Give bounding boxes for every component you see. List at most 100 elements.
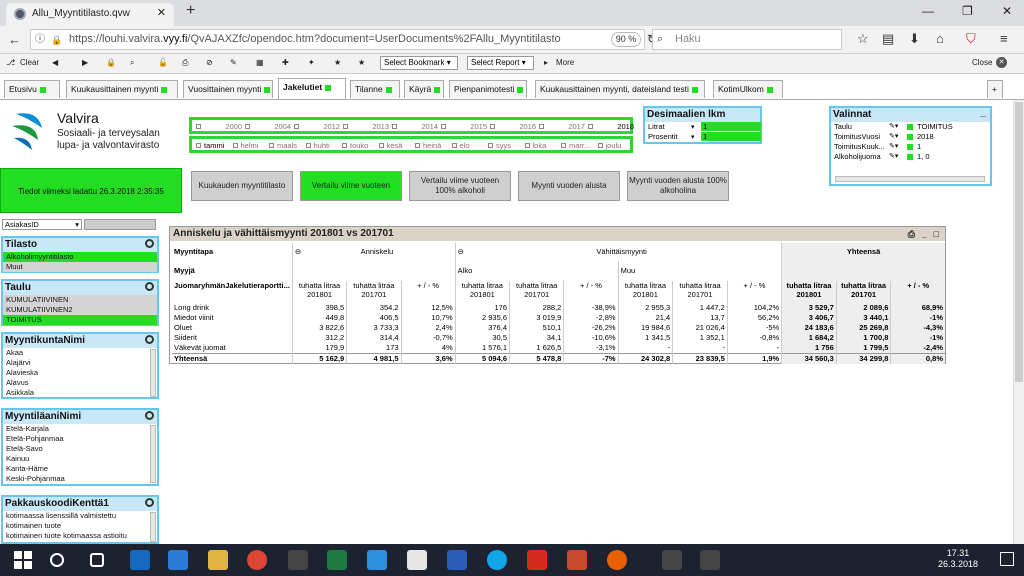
export-icon[interactable]: ⎙ bbox=[908, 227, 915, 241]
back-selection-icon[interactable]: ◀ bbox=[52, 57, 58, 69]
clear-selection-icon[interactable]: ✎▾ bbox=[889, 122, 898, 132]
add-icon[interactable]: ✚ bbox=[282, 57, 289, 69]
close-doc-icon[interactable]: ✕ bbox=[996, 57, 1007, 68]
powerpoint-icon[interactable] bbox=[567, 550, 587, 570]
page-scrollbar[interactable] bbox=[1013, 100, 1024, 544]
start-icon[interactable] bbox=[14, 551, 32, 569]
bookmark-select[interactable]: Select Bookmark ▾ bbox=[380, 56, 458, 70]
month-option[interactable]: helmi bbox=[232, 141, 258, 150]
row-label[interactable]: Yhteensä bbox=[172, 354, 292, 365]
row-label[interactable]: Väkevät juomat bbox=[172, 343, 292, 354]
list-item[interactable]: Kanta-Häme bbox=[3, 464, 157, 474]
edit-icon[interactable]: ✎ bbox=[230, 57, 237, 69]
notepad-icon[interactable] bbox=[407, 550, 427, 570]
restore-icon[interactable]: ❐ bbox=[962, 4, 973, 18]
notifications-icon[interactable] bbox=[1000, 552, 1014, 566]
taskbar-clock[interactable]: 17.31 26.3.2018 bbox=[938, 548, 978, 570]
pin-icon[interactable]: ✦ bbox=[308, 57, 315, 69]
selection-row[interactable]: ToimitusVuosi ✎▾ 2018 bbox=[831, 132, 990, 142]
explorer-icon[interactable] bbox=[208, 550, 228, 570]
info-icon[interactable]: ⓘ bbox=[35, 33, 45, 47]
search-icon[interactable] bbox=[145, 282, 154, 291]
list-item[interactable]: KUMULATIIVINEN2 bbox=[3, 305, 157, 315]
scrollbar-thumb[interactable] bbox=[1015, 102, 1023, 382]
lock-selection-icon[interactable]: 🔒 bbox=[106, 57, 116, 69]
row-label[interactable]: Long drink bbox=[172, 303, 292, 313]
month-option[interactable]: kesä bbox=[378, 141, 402, 150]
ublock-icon[interactable]: ⛉ bbox=[966, 32, 976, 46]
menu-icon[interactable]: ≡ bbox=[1000, 32, 1008, 46]
tab-kayra[interactable]: Käyrä bbox=[404, 80, 444, 98]
year-option[interactable]: 2013 bbox=[343, 122, 389, 131]
collapse-icon[interactable]: ⊖ bbox=[458, 247, 464, 257]
download-icon[interactable]: ⬇ bbox=[909, 32, 920, 46]
no-icon[interactable]: ⊘ bbox=[206, 57, 213, 69]
search-icon[interactable] bbox=[145, 498, 154, 507]
year-option[interactable]: 2015 bbox=[441, 122, 487, 131]
list-item[interactable]: Kainuu bbox=[3, 454, 157, 464]
list-item[interactable]: Keski-Pohjanmaa bbox=[3, 474, 157, 484]
search-icon[interactable] bbox=[145, 411, 154, 420]
scrollbar[interactable] bbox=[150, 425, 156, 483]
month-option[interactable]: heinä bbox=[415, 141, 441, 150]
list-item[interactable]: kotimaassa lisenssillä valmistettu bbox=[3, 511, 157, 521]
list-item[interactable]: TOIMITUS bbox=[3, 315, 157, 325]
clear-button[interactable]: Clear bbox=[20, 57, 39, 69]
list-item[interactable]: Muut bbox=[3, 262, 157, 272]
print-icon[interactable]: ⎙ bbox=[182, 57, 188, 69]
minimize-icon[interactable]: — bbox=[922, 4, 934, 18]
acrobat-icon[interactable] bbox=[527, 550, 547, 570]
dropdown-icon[interactable]: ▾ bbox=[691, 133, 695, 141]
more-icon[interactable]: ▸ bbox=[544, 57, 548, 69]
excel-icon[interactable] bbox=[327, 550, 347, 570]
year-option[interactable]: 2000 bbox=[196, 122, 242, 131]
month-option[interactable]: syys bbox=[488, 141, 511, 150]
month-option[interactable]: tammi bbox=[196, 141, 224, 150]
minimize-panel-icon[interactable]: _ bbox=[980, 106, 986, 120]
list-item[interactable]: Etelä-Karjala bbox=[3, 424, 157, 434]
minimize-chart-icon[interactable]: _ bbox=[922, 227, 927, 241]
year-option[interactable]: 2004 bbox=[245, 122, 291, 131]
chrome-icon[interactable] bbox=[247, 550, 267, 570]
search-tool-icon[interactable]: ⌕ bbox=[130, 57, 134, 69]
tab-jakelutiet[interactable]: Jakelutiet bbox=[278, 78, 346, 99]
row-label[interactable]: Siiderit bbox=[172, 333, 292, 343]
collapse-icon[interactable]: ⊖ bbox=[295, 247, 301, 257]
back-icon[interactable]: ← bbox=[8, 33, 21, 47]
star-icon[interactable]: ★ bbox=[334, 57, 341, 69]
app-icon[interactable] bbox=[288, 550, 308, 570]
month-option[interactable]: touko bbox=[342, 141, 368, 150]
scrollbar[interactable] bbox=[150, 512, 156, 542]
reader-icon[interactable]: ▤ bbox=[882, 32, 894, 46]
month-option[interactable]: joulu bbox=[597, 141, 621, 150]
close-doc-button[interactable]: Close bbox=[972, 57, 992, 69]
unlock-icon[interactable]: 🔓 bbox=[158, 57, 168, 69]
clear-selection-icon[interactable]: ✎▾ bbox=[889, 132, 898, 142]
selections-scrollbar[interactable] bbox=[835, 176, 985, 182]
list-item[interactable]: KUMULATIIVINEN bbox=[3, 295, 157, 305]
maximize-chart-icon[interactable]: □ bbox=[934, 227, 939, 241]
btn-kuukauden-myyntitilasto[interactable]: Kuukauden myyntitilasto bbox=[191, 171, 293, 201]
tab-dateisland[interactable]: Kuukausittainen myynti, dateisland testi bbox=[535, 80, 705, 98]
btn-myynti-100-alkoholina[interactable]: Myynti vuoden alusta 100% alkoholina bbox=[627, 171, 729, 201]
more-button[interactable]: More bbox=[556, 57, 574, 69]
clear-icon[interactable]: ⎇ bbox=[6, 57, 15, 69]
year-option[interactable]: 2014 bbox=[392, 122, 438, 131]
edge-icon[interactable] bbox=[168, 550, 188, 570]
year-option[interactable]: 2018 bbox=[588, 122, 634, 131]
starred-icon[interactable]: ★ bbox=[358, 57, 365, 69]
skype-icon[interactable] bbox=[487, 550, 507, 570]
url-field[interactable]: ⓘ 🔒 https://louhi.valvira.vyy.fi/QvAJAXZ… bbox=[30, 29, 657, 50]
search-icon[interactable] bbox=[145, 335, 154, 344]
chart-tool-icon[interactable]: ▦ bbox=[256, 57, 264, 69]
list-item[interactable]: kotimainen tuote kotimaassa astioitu bbox=[3, 531, 157, 541]
year-option[interactable]: 2017 bbox=[539, 122, 585, 131]
header-vahittais[interactable]: ⊖ Vähittäismyynti bbox=[454, 243, 782, 261]
clear-selection-icon[interactable]: ✎▾ bbox=[889, 152, 898, 162]
browser-tab[interactable]: Allu_Myyntitilasto.qvw ✕ bbox=[6, 3, 174, 26]
bookmark-star-icon[interactable]: ☆ bbox=[857, 32, 869, 46]
list-item[interactable]: Alavus bbox=[3, 378, 157, 388]
asiakasid-select[interactable]: AsiakasID ▾ bbox=[2, 219, 82, 230]
list-item[interactable]: Akaa bbox=[3, 348, 157, 358]
tab-tilanne[interactable]: Tilanne bbox=[350, 80, 400, 98]
